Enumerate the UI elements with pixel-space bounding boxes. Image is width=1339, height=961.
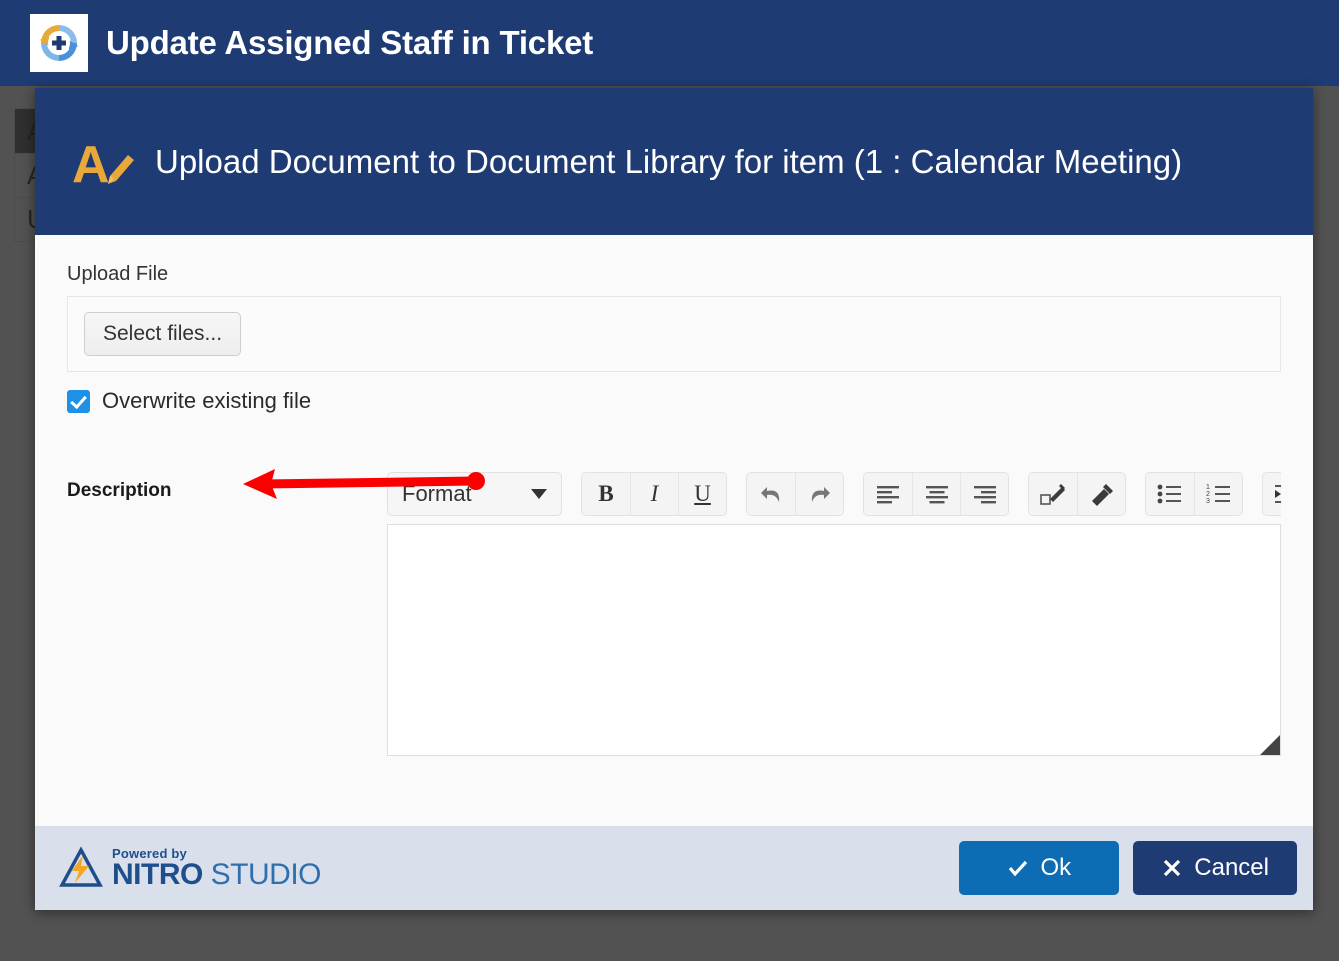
svg-text:1: 1 bbox=[1206, 484, 1210, 491]
dialog-footer: Powered by NITRO STUDIO Ok Cancel bbox=[35, 826, 1313, 910]
select-files-button[interactable]: Select files... bbox=[84, 312, 242, 356]
dialog-body: Upload File Select files... Overwrite ex… bbox=[35, 235, 1313, 826]
studio-word: STUDIO bbox=[210, 857, 322, 891]
description-label: Description bbox=[67, 480, 172, 501]
format-dropdown[interactable]: Format bbox=[387, 472, 562, 516]
check-icon bbox=[1009, 860, 1028, 877]
redo-button[interactable] bbox=[795, 473, 843, 515]
indent-group bbox=[1262, 472, 1281, 516]
refresh-plus-icon bbox=[30, 14, 88, 72]
align-center-button[interactable] bbox=[912, 473, 960, 515]
edit-text-icon: A bbox=[63, 126, 141, 198]
close-x-icon bbox=[1164, 859, 1181, 877]
ok-button-label: Ok bbox=[1040, 854, 1072, 881]
dialog-title: Upload Document to Document Library for … bbox=[155, 143, 1183, 180]
history-group bbox=[746, 472, 844, 516]
description-section: Description Format B I U 1 2 3 bbox=[67, 464, 1281, 756]
app-header: Update Assigned Staff in Ticket bbox=[0, 0, 1339, 86]
remove-formatting-button[interactable] bbox=[1077, 473, 1125, 515]
svg-text:A: A bbox=[72, 136, 110, 194]
numbered-list-button[interactable]: 1 2 3 bbox=[1194, 473, 1242, 515]
align-right-button[interactable] bbox=[960, 473, 1008, 515]
alignment-group bbox=[863, 472, 1009, 516]
nitro-word: NITRO bbox=[112, 857, 203, 891]
increase-indent-button[interactable] bbox=[1263, 473, 1281, 515]
bold-button[interactable]: B bbox=[582, 473, 630, 515]
nitro-triangle-icon bbox=[59, 846, 103, 887]
svg-text:2: 2 bbox=[1206, 491, 1210, 498]
underline-button[interactable]: U bbox=[678, 473, 726, 515]
upload-file-label: Upload File bbox=[67, 263, 169, 285]
overwrite-existing-file-checkbox[interactable] bbox=[67, 389, 90, 413]
format-dropdown-label: Format bbox=[402, 481, 472, 506]
nitro-studio-name: NITRO STUDIO bbox=[112, 857, 322, 891]
rich-text-editor: Format B I U 1 2 3 bbox=[387, 464, 1281, 756]
overwrite-existing-file-label: Overwrite existing file bbox=[102, 388, 312, 413]
app-title: Update Assigned Staff in Ticket bbox=[106, 24, 594, 61]
description-editor-text bbox=[388, 525, 1280, 545]
cancel-button-label: Cancel bbox=[1194, 854, 1269, 881]
upload-document-dialog: A Upload Document to Document Library fo… bbox=[35, 88, 1313, 910]
ok-button[interactable]: Ok bbox=[959, 841, 1120, 895]
text-style-group: B I U bbox=[581, 472, 727, 516]
overwrite-existing-file-row[interactable]: Overwrite existing file bbox=[67, 388, 1281, 414]
undo-button[interactable] bbox=[747, 473, 795, 515]
nitro-studio-logo: Powered by NITRO STUDIO bbox=[59, 846, 322, 891]
formatting-tools-group bbox=[1028, 472, 1126, 516]
bulleted-list-button[interactable] bbox=[1146, 473, 1194, 515]
list-group: 1 2 3 bbox=[1145, 472, 1243, 516]
chevron-down-icon bbox=[531, 489, 547, 499]
copy-formatting-button[interactable] bbox=[1029, 473, 1077, 515]
cancel-button[interactable]: Cancel bbox=[1133, 841, 1297, 895]
description-editor-area[interactable] bbox=[387, 524, 1281, 756]
dialog-header: A Upload Document to Document Library fo… bbox=[35, 88, 1313, 235]
svg-text:3: 3 bbox=[1206, 498, 1210, 505]
italic-button[interactable]: I bbox=[630, 473, 678, 515]
upload-file-dropzone[interactable]: Select files... bbox=[67, 296, 1281, 372]
editor-resize-grip[interactable] bbox=[1260, 735, 1280, 755]
align-left-button[interactable] bbox=[864, 473, 912, 515]
footer-buttons: Ok Cancel bbox=[959, 841, 1297, 895]
editor-toolbar: Format B I U 1 2 3 bbox=[387, 464, 1281, 524]
